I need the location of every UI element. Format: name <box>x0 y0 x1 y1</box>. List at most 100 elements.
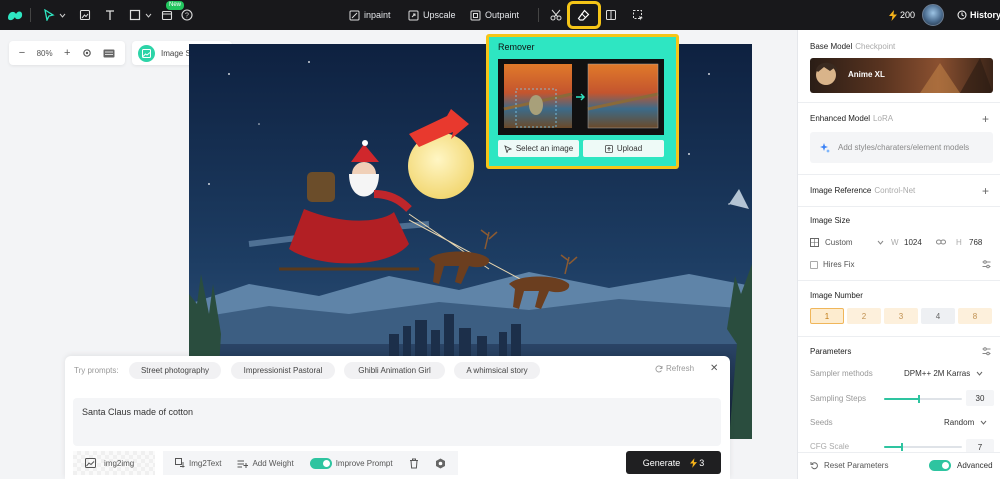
add-lora-models[interactable]: Add styles/charaters/element models <box>810 132 993 163</box>
svg-text:?: ? <box>185 13 189 20</box>
help-button[interactable]: ? <box>181 0 193 30</box>
inpaint-button[interactable]: inpaint <box>349 10 391 21</box>
chevron-down-icon <box>980 420 987 425</box>
reset-parameters-button[interactable]: Reset Parameters <box>810 461 888 470</box>
square-icon <box>129 9 141 21</box>
upscale-button[interactable]: Upscale <box>408 10 456 21</box>
outpaint-button[interactable]: Outpaint <box>470 10 519 21</box>
enhanced-model-title: Enhanced Model LoRA <box>810 114 894 123</box>
improve-prompt-toggle[interactable]: Improve Prompt <box>309 457 393 469</box>
sliders-icon[interactable] <box>982 347 991 356</box>
compare-button[interactable] <box>605 0 617 30</box>
lightning-icon <box>889 9 897 21</box>
crop-select-icon <box>632 9 644 21</box>
zoom-in-button[interactable]: + <box>64 47 70 59</box>
image-tool-button[interactable] <box>79 0 91 30</box>
height-input[interactable]: 768 <box>969 238 982 247</box>
link-icon[interactable] <box>936 238 946 246</box>
hires-fix-checkbox[interactable]: Hires Fix <box>810 260 855 269</box>
weight-icon <box>237 459 249 468</box>
sliders-icon[interactable] <box>982 260 991 269</box>
improve-prompt-switch[interactable] <box>309 457 332 469</box>
upload-button[interactable]: Upload <box>583 140 664 157</box>
box-icon <box>161 9 173 21</box>
app-logo[interactable] <box>6 0 24 30</box>
remover-before-after-preview <box>498 59 664 135</box>
advanced-switch[interactable] <box>929 460 951 471</box>
image-number-option[interactable]: 3 <box>884 308 918 324</box>
outpaint-label: Outpaint <box>485 10 520 20</box>
height-label: H <box>956 238 962 247</box>
select-image-label: Select an image <box>515 144 574 153</box>
upload-label: Upload <box>616 144 643 153</box>
help-icon: ? <box>181 9 193 21</box>
zoom-out-button[interactable]: − <box>19 47 25 59</box>
cut-button[interactable] <box>550 0 562 30</box>
cfg-scale-label: CFG Scale <box>810 442 850 451</box>
target-icon[interactable] <box>82 48 92 58</box>
prompt-chip[interactable]: Impressionist Pastoral <box>231 362 335 379</box>
image-number-option[interactable]: 2 <box>847 308 881 324</box>
keyboard-icon[interactable] <box>103 49 115 58</box>
add-weight-button[interactable]: Add Weight <box>237 459 294 468</box>
zoom-controls: − 80% + <box>9 41 125 65</box>
user-avatar[interactable] <box>922 4 944 26</box>
upscale-icon <box>408 10 419 21</box>
seeds-select[interactable]: Random <box>944 418 987 427</box>
remover-highlight <box>567 1 601 29</box>
select-tool[interactable] <box>43 0 66 30</box>
remover-popup: Remover Select an image Upload <box>486 34 679 169</box>
prompt-chip[interactable]: Ghibli Animation Girl <box>344 362 445 379</box>
text-tool-button[interactable] <box>104 0 116 30</box>
sampling-steps-slider[interactable] <box>884 395 962 403</box>
base-model-card[interactable]: Anime XL <box>810 58 993 93</box>
add-lora-button[interactable]: + <box>982 113 989 125</box>
image-number-option[interactable]: 1 <box>810 308 844 324</box>
shape-tool-button[interactable] <box>129 0 152 30</box>
trash-icon[interactable] <box>409 458 419 469</box>
chevron-down-icon <box>145 13 152 18</box>
generate-label: Generate <box>642 457 681 468</box>
cfg-scale-slider[interactable] <box>884 443 962 451</box>
image-number-option[interactable]: 4 <box>921 308 955 324</box>
width-label: W <box>891 238 899 247</box>
prompt-text: Santa Claus made of cotton <box>82 407 194 417</box>
inpaint-label: inpaint <box>364 10 391 20</box>
seeds-label: Seeds <box>810 418 833 427</box>
settings-icon[interactable] <box>435 458 446 469</box>
img2text-button[interactable]: Img2Text <box>175 458 221 468</box>
image-number-option[interactable]: 8 <box>958 308 992 324</box>
refresh-button[interactable]: Refresh <box>655 364 694 373</box>
top-toolbar: New ? inpaint Upscale Outpaint 200 Histo… <box>0 0 1000 30</box>
sampling-steps-value[interactable]: 30 <box>966 390 994 406</box>
select-image-button[interactable]: Select an image <box>498 140 579 157</box>
credits-count: 200 <box>900 10 916 20</box>
chevron-down-icon <box>877 240 884 245</box>
advanced-toggle[interactable]: Advanced <box>929 460 993 471</box>
image-size-title: Image Size <box>810 216 851 225</box>
parameters-title: Parameters <box>810 347 852 356</box>
panel-footer: Reset Parameters Advanced <box>798 452 1000 479</box>
add-controlnet-button[interactable]: + <box>982 185 989 197</box>
cursor-icon <box>43 9 55 21</box>
credits[interactable]: 200 <box>889 0 915 30</box>
history-button[interactable]: History <box>957 0 1000 30</box>
size-preset-select[interactable]: Custom <box>810 238 884 247</box>
generate-button[interactable]: Generate 3 <box>626 451 721 474</box>
prompt-chip[interactable]: A whimsical story <box>454 362 540 379</box>
try-prompts-label: Try prompts: <box>74 366 119 375</box>
prompt-chip[interactable]: Street photography <box>129 362 221 379</box>
inpaint-icon <box>349 10 360 21</box>
img2img-button[interactable]: img2img <box>73 451 155 475</box>
sampler-select[interactable]: DPM++ 2M Karras <box>904 369 983 378</box>
select-area-button[interactable] <box>632 0 644 30</box>
history-label: History <box>970 10 1000 20</box>
base-model-title: Base Model Checkpoint <box>810 42 896 51</box>
chevron-down-icon <box>59 13 66 18</box>
remover-title: Remover <box>498 42 535 52</box>
width-input[interactable]: 1024 <box>904 238 922 247</box>
generate-cost: 3 <box>699 457 705 468</box>
chevron-down-icon <box>976 371 983 376</box>
prompt-input[interactable]: Santa Claus made of cotton <box>73 398 721 446</box>
close-icon[interactable]: ✕ <box>710 363 718 374</box>
